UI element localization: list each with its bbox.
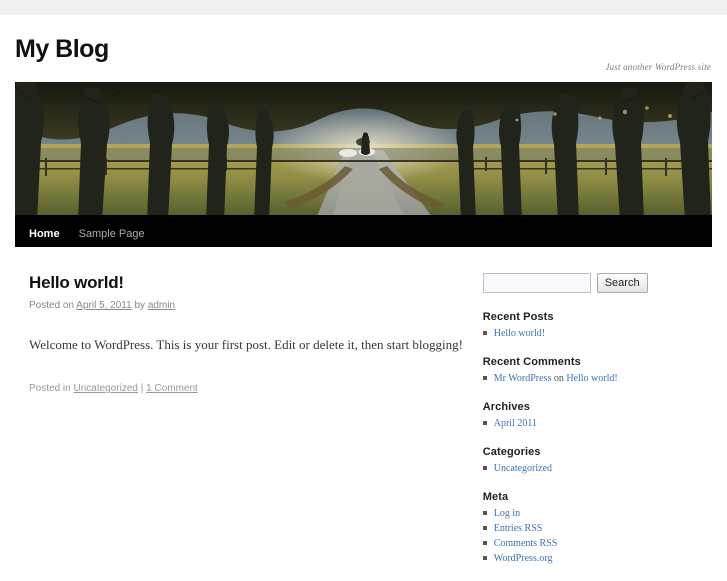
widget-title: Recent Comments	[482, 356, 581, 368]
widget-title: Archives	[482, 401, 530, 413]
widget-list: Log in Entries RSS Comments RSS WordPres…	[482, 506, 712, 566]
meta-entries-rss-link[interactable]: Entries RSS	[494, 523, 543, 534]
post-title[interactable]: Hello world!	[29, 273, 464, 293]
browser-top-band	[0, 0, 727, 15]
widget-meta: Meta Log in Entries RSS Comments RSS Wor…	[482, 491, 712, 566]
post-meta-posted-on: Posted on	[29, 300, 75, 312]
site-title-link[interactable]: My Blog	[15, 35, 109, 63]
post-content: Welcome to WordPress. This is your first…	[29, 335, 464, 356]
post-footer-posted-in: Posted in	[29, 383, 71, 395]
widget-recent-posts: Recent Posts Hello world!	[482, 311, 712, 341]
list-item: Entries RSS	[482, 521, 712, 536]
post-author-link[interactable]: admin	[148, 300, 175, 311]
post-article: Hello world! Posted on April 5, 2011 by …	[29, 273, 464, 396]
nav-item-sample-page[interactable]: Sample Page	[79, 221, 157, 247]
post-footer: Posted in Uncategorized | 1 Comment	[29, 382, 464, 396]
archive-link[interactable]: April 2011	[494, 418, 537, 429]
comment-author-link[interactable]: Mr WordPress	[494, 373, 552, 384]
meta-login-link[interactable]: Log in	[494, 508, 520, 519]
post-comments-link[interactable]: 1 Comment	[146, 383, 198, 394]
widget-title: Categories	[482, 446, 541, 458]
widget-archives: Archives April 2011	[482, 401, 712, 431]
page-wrapper: My Blog Just another WordPress site Home…	[15, 15, 712, 581]
widget-recent-comments: Recent Comments Mr WordPress on Hello wo…	[482, 356, 712, 386]
list-item: April 2011	[482, 416, 712, 431]
header-photo-graphic	[15, 82, 712, 221]
main-layout: Hello world! Posted on April 5, 2011 by …	[15, 247, 712, 581]
main-navigation[interactable]: Home Sample Page	[15, 221, 712, 247]
meta-comments-rss-link[interactable]: Comments RSS	[494, 538, 558, 549]
widget-title: Recent Posts	[482, 311, 554, 323]
list-item: Log in	[482, 506, 712, 521]
comment-on-text: on	[551, 373, 567, 384]
site-description: Just another WordPress site	[605, 62, 711, 72]
widget-title: Meta	[482, 491, 509, 503]
site-title[interactable]: My Blog	[15, 37, 109, 62]
meta-wordpress-org-link[interactable]: WordPress.org	[494, 553, 553, 564]
post-meta: Posted on April 5, 2011 by admin	[29, 299, 464, 313]
sidebar: Search Recent Posts Hello world! Recent …	[482, 273, 712, 581]
list-item: Uncategorized	[482, 461, 712, 476]
content-column: Hello world! Posted on April 5, 2011 by …	[15, 273, 464, 396]
widget-list: April 2011	[482, 416, 712, 431]
list-item: Hello world!	[482, 326, 712, 341]
search-input[interactable]	[482, 273, 591, 293]
search-button[interactable]: Search	[596, 273, 648, 293]
search-form[interactable]: Search	[482, 273, 712, 293]
widget-categories: Categories Uncategorized	[482, 446, 712, 476]
post-body-paragraph: Welcome to WordPress. This is your first…	[29, 337, 463, 353]
post-footer-separator: |	[140, 383, 144, 395]
site-branding: My Blog Just another WordPress site	[15, 15, 712, 82]
list-item: Comments RSS	[482, 536, 712, 551]
post-title-text: Hello world!	[29, 273, 124, 292]
category-link[interactable]: Uncategorized	[494, 463, 552, 474]
widget-list: Hello world!	[482, 326, 712, 341]
recent-post-link[interactable]: Hello world!	[494, 328, 545, 339]
comment-post-link[interactable]: Hello world!	[566, 373, 617, 384]
list-item: Mr WordPress on Hello world!	[482, 371, 712, 386]
widget-list: Uncategorized	[482, 461, 712, 476]
widget-list: Mr WordPress on Hello world!	[482, 371, 712, 386]
header-photo	[15, 82, 712, 221]
nav-item-home[interactable]: Home	[29, 221, 72, 247]
list-item: WordPress.org	[482, 551, 712, 566]
post-category-link[interactable]: Uncategorized	[73, 383, 137, 394]
post-date-link[interactable]: April 5, 2011	[76, 300, 131, 311]
post-meta-by: by	[134, 300, 146, 312]
